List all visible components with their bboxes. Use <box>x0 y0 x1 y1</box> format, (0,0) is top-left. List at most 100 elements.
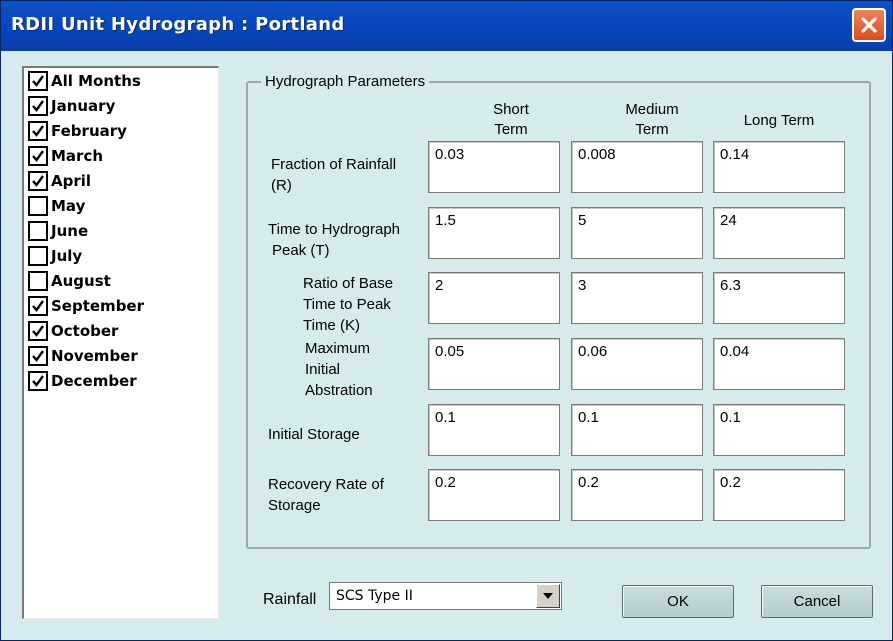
rainfall-select[interactable]: SCS Type II <box>329 582 562 610</box>
group-title: Hydrograph Parameters <box>261 73 430 90</box>
row-label-line: (R) <box>271 177 292 194</box>
month-item-june[interactable]: June <box>28 220 88 242</box>
close-button[interactable] <box>852 8 886 42</box>
column-header-long-term: Long Term <box>729 111 829 131</box>
checkbox[interactable] <box>28 271 48 291</box>
row-label-fraction-of-rainfall: Fraction of Rainfall (R) <box>271 154 396 196</box>
month-label: May <box>51 197 86 215</box>
row-label-ratio-base-time: Ratio of Base Time to Peak Time (K) <box>303 273 393 336</box>
month-item-october[interactable]: October <box>28 320 118 342</box>
chevron-down-icon <box>543 593 553 599</box>
checkmark-icon <box>32 125 44 137</box>
checkbox[interactable] <box>28 71 48 91</box>
time-to-peak-medium-input[interactable]: 5 <box>571 207 703 259</box>
ok-button[interactable]: OK <box>622 585 734 618</box>
checkmark-icon <box>32 375 44 387</box>
month-item-all-months[interactable]: All Months <box>28 70 141 92</box>
row-label-line: Time to Hydrograph <box>268 221 400 238</box>
checkmark-icon <box>32 300 44 312</box>
dropdown-button[interactable] <box>536 584 560 608</box>
recovery-rate-medium-input[interactable]: 0.2 <box>571 469 703 521</box>
recovery-rate-long-input[interactable]: 0.2 <box>713 469 845 521</box>
checkmark-icon <box>32 350 44 362</box>
month-label: February <box>51 122 127 140</box>
month-label: September <box>51 297 144 315</box>
checkmark-icon <box>32 75 44 87</box>
column-header-line: Short <box>493 101 529 118</box>
month-label: December <box>51 372 137 390</box>
max-initial-abstraction-medium-input[interactable]: 0.06 <box>571 338 703 390</box>
month-item-march[interactable]: March <box>28 145 103 167</box>
month-label: April <box>51 172 92 190</box>
rainfall-selected-value: SCS Type II <box>336 588 413 604</box>
row-label-line: Peak (T) <box>272 242 330 259</box>
window-title: RDII Unit Hydrograph : Portland <box>11 14 345 35</box>
fraction-rainfall-short-input[interactable]: 0.03 <box>428 141 560 193</box>
month-label: August <box>51 272 111 290</box>
row-label-line: Ratio of Base <box>303 275 394 292</box>
month-list: All Months January February March April … <box>22 66 219 619</box>
checkbox[interactable] <box>28 171 48 191</box>
checkbox[interactable] <box>28 196 48 216</box>
recovery-rate-short-input[interactable]: 0.2 <box>428 469 560 521</box>
row-label-line: Initial Storage <box>268 426 360 443</box>
month-item-september[interactable]: September <box>28 295 144 317</box>
checkmark-icon <box>32 325 44 337</box>
checkbox[interactable] <box>28 146 48 166</box>
month-label: January <box>51 97 116 115</box>
month-item-january[interactable]: January <box>28 95 115 117</box>
column-header-line: Term <box>635 121 669 138</box>
row-label-line: Initial <box>305 361 341 378</box>
month-item-august[interactable]: August <box>28 270 111 292</box>
ratio-base-time-short-input[interactable]: 2 <box>428 272 560 324</box>
max-initial-abstraction-long-input[interactable]: 0.04 <box>713 338 845 390</box>
checkmark-icon <box>32 150 44 162</box>
checkmark-icon <box>32 175 44 187</box>
row-label-max-initial-abstraction: Maximum Initial Abstration <box>305 338 373 401</box>
column-header-line: Medium <box>625 101 679 118</box>
close-icon <box>861 17 877 33</box>
month-item-february[interactable]: February <box>28 120 127 142</box>
checkbox[interactable] <box>28 121 48 141</box>
checkbox[interactable] <box>28 346 48 366</box>
ratio-base-time-long-input[interactable]: 6.3 <box>713 272 845 324</box>
fraction-rainfall-medium-input[interactable]: 0.008 <box>571 141 703 193</box>
checkbox[interactable] <box>28 296 48 316</box>
title-bar[interactable]: RDII Unit Hydrograph : Portland <box>1 1 892 51</box>
checkbox[interactable] <box>28 246 48 266</box>
month-label: March <box>51 147 104 165</box>
row-label-recovery-rate: Recovery Rate of Storage <box>268 474 384 516</box>
month-item-may[interactable]: May <box>28 195 85 217</box>
row-label-line: Storage <box>268 497 321 514</box>
checkbox[interactable] <box>28 221 48 241</box>
checkbox[interactable] <box>28 371 48 391</box>
cancel-button[interactable]: Cancel <box>761 585 873 618</box>
initial-storage-medium-input[interactable]: 0.1 <box>571 404 703 456</box>
column-header-line: Term <box>494 121 528 138</box>
month-label: June <box>51 222 89 240</box>
checkbox[interactable] <box>28 96 48 116</box>
row-label-line: Recovery Rate of <box>268 476 384 493</box>
checkbox[interactable] <box>28 321 48 341</box>
row-label-initial-storage: Initial Storage <box>268 424 360 445</box>
time-to-peak-long-input[interactable]: 24 <box>713 207 845 259</box>
ratio-base-time-medium-input[interactable]: 3 <box>571 272 703 324</box>
month-label: All Months <box>51 72 141 90</box>
row-label-line: Time (K) <box>303 317 360 334</box>
row-label-line: Maximum <box>305 340 371 357</box>
month-item-july[interactable]: July <box>28 245 82 267</box>
column-header-line: Long Term <box>743 112 815 129</box>
row-label-line: Abstration <box>305 382 373 399</box>
month-label: October <box>51 322 119 340</box>
fraction-rainfall-long-input[interactable]: 0.14 <box>713 141 845 193</box>
column-header-short-term: Short Term <box>471 100 551 140</box>
month-item-december[interactable]: December <box>28 370 137 392</box>
checkmark-icon <box>32 100 44 112</box>
row-label-line: Time to Peak <box>303 296 391 313</box>
month-item-november[interactable]: November <box>28 345 138 367</box>
month-item-april[interactable]: April <box>28 170 91 192</box>
time-to-peak-short-input[interactable]: 1.5 <box>428 207 560 259</box>
initial-storage-short-input[interactable]: 0.1 <box>428 404 560 456</box>
initial-storage-long-input[interactable]: 0.1 <box>713 404 845 456</box>
max-initial-abstraction-short-input[interactable]: 0.05 <box>428 338 560 390</box>
